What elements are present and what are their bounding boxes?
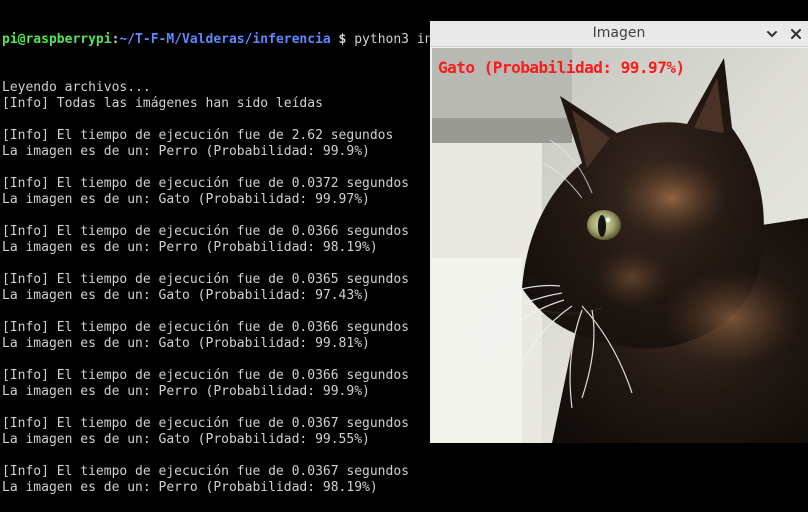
terminal-output-line: La imagen es de un: Perro (Probabilidad:…: [2, 480, 378, 495]
chevron-down-icon[interactable]: [764, 26, 780, 42]
prediction-overlay-label: Gato (Probabilidad: 99.97%): [438, 58, 685, 77]
window-titlebar[interactable]: Imagen: [430, 21, 808, 47]
terminal-output-line: [Info] El tiempo de ejecución fue de 0.0…: [2, 464, 409, 479]
close-icon[interactable]: [788, 26, 804, 42]
image-window[interactable]: Imagen Gato (Probabilidad: 99.97%): [430, 21, 808, 443]
window-title: Imagen: [592, 25, 646, 41]
prompt-symbol: $: [330, 32, 355, 47]
prompt-path: ~/T-F-M/Valderas/inferencia: [119, 32, 331, 47]
prompt-user-host: pi@raspberrypi: [2, 32, 112, 47]
cat-photo: [432, 48, 808, 443]
image-canvas: Gato (Probabilidad: 99.97%): [432, 48, 808, 443]
